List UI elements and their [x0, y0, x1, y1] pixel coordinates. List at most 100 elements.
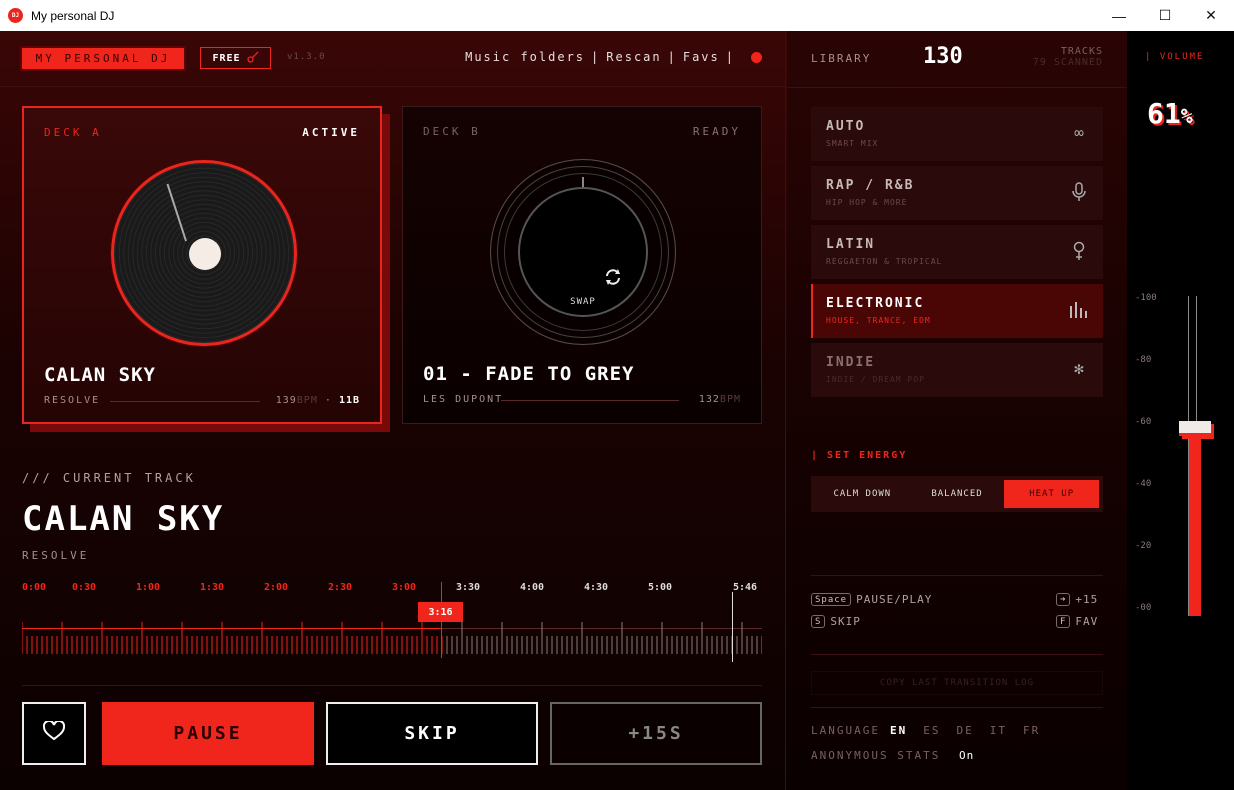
- scale-label: -100: [1135, 293, 1157, 303]
- language-fr[interactable]: FR: [1023, 724, 1040, 737]
- energy-balanced[interactable]: BALANCED: [910, 480, 1005, 508]
- kbd-arrow: ➜: [1056, 593, 1071, 606]
- heart-icon: [42, 719, 66, 746]
- shortcut-action: +15: [1075, 593, 1099, 606]
- window-title: My personal DJ: [31, 8, 115, 23]
- maraca-icon: [1069, 241, 1089, 261]
- close-button[interactable]: ✕: [1188, 0, 1234, 31]
- nav-favs[interactable]: Favs: [683, 50, 720, 64]
- kbd-s: S: [811, 615, 826, 628]
- genre-subtitle: HIP HOP & MORE: [826, 198, 908, 207]
- scanned-count: 79 SCANNED: [1032, 57, 1103, 68]
- time-label: 2:30: [328, 582, 353, 593]
- shortcut-pause-play: Space PAUSE/PLAY: [811, 593, 932, 606]
- deck-b[interactable]: DECK B READY SWAP 01 - FADE TO GREY LES …: [402, 106, 762, 424]
- divider: [811, 654, 1103, 655]
- energy-heat-up[interactable]: HEAT UP: [1004, 480, 1100, 508]
- deck-meta: 132BPM: [699, 394, 741, 405]
- divider: [811, 707, 1103, 708]
- record-indicator-icon[interactable]: [751, 51, 762, 63]
- genre-indie[interactable]: INDIE INDIE / DREAM POP ✻: [811, 343, 1103, 397]
- volume-slider-handle[interactable]: [1179, 420, 1211, 436]
- genre-subtitle: INDIE / DREAM POP: [826, 375, 925, 384]
- shortcut-action: PAUSE/PLAY: [856, 593, 933, 606]
- current-track-label: /// CURRENT TRACK: [22, 471, 196, 485]
- scale-label: -60: [1135, 417, 1152, 427]
- stats-label: ANONYMOUS STATS: [811, 749, 941, 762]
- genre-latin[interactable]: LATIN REGGAETON & TROPICAL: [811, 225, 1103, 279]
- genre-electronic[interactable]: ELECTRONIC HOUSE, TRANCE, EDM: [811, 284, 1103, 338]
- genre-name: AUTO: [826, 119, 866, 134]
- swap-icon: [599, 267, 627, 287]
- time-label: 3:00: [392, 582, 417, 593]
- top-nav: Music folders | Rescan | Favs |: [465, 50, 762, 64]
- language-it[interactable]: IT: [990, 724, 1007, 737]
- app-logo-icon: DJ: [8, 8, 23, 23]
- kbd-space: Space: [811, 593, 852, 606]
- volume-scale: -100 -80 -60 -40 -20 -00: [1127, 293, 1177, 613]
- nav-separator: |: [591, 50, 601, 64]
- deck-meta: 139BPM · 11B: [276, 395, 360, 406]
- copy-transition-log-button[interactable]: COPY LAST TRANSITION LOG: [811, 671, 1103, 695]
- volume-number: 61: [1147, 97, 1181, 130]
- position-tick: [582, 177, 584, 187]
- timeline-ticks: [22, 622, 762, 654]
- time-duration: 5:46: [733, 582, 758, 593]
- swap-button[interactable]: SWAP: [518, 187, 648, 317]
- language-en[interactable]: EN: [890, 724, 907, 737]
- top-bar: MY PERSONAL DJ FREE v1.3.0 Music folders…: [0, 31, 786, 87]
- pause-button[interactable]: PAUSE: [102, 702, 314, 765]
- volume-label: | VOLUME: [1145, 52, 1205, 62]
- divider: [787, 87, 1127, 88]
- energy-calm-down[interactable]: CALM DOWN: [815, 480, 910, 508]
- deck-a[interactable]: DECK A ACTIVE CALAN SKY RESOLVE 139BPM ·…: [22, 106, 382, 424]
- free-badge-label: FREE: [212, 52, 241, 64]
- time-label: 4:00: [520, 582, 545, 593]
- plus-15s-button[interactable]: +15S: [550, 702, 762, 765]
- time-label: 3:30: [456, 582, 481, 593]
- library-panel: LIBRARY 130 TRACKS 79 SCANNED AUTO SMART…: [787, 31, 1127, 790]
- deck-key: 11B: [338, 395, 360, 406]
- volume-unit: %: [1180, 104, 1193, 128]
- brand-label: MY PERSONAL DJ: [22, 48, 184, 69]
- language-label: LANGUAGE: [811, 724, 880, 737]
- nav-separator: |: [667, 50, 677, 64]
- app-body: MY PERSONAL DJ FREE v1.3.0 Music folders…: [0, 31, 1234, 790]
- energy-selector: CALM DOWN BALANCED HEAT UP: [811, 476, 1103, 512]
- library-label: LIBRARY: [811, 52, 872, 65]
- vinyl-record-icon: [111, 160, 297, 346]
- deck-track-title: 01 - FADE TO GREY: [423, 363, 635, 385]
- shortcut-fav: F FAV: [1056, 615, 1098, 628]
- current-track-artist: RESOLVE: [22, 549, 90, 562]
- favorite-button[interactable]: [22, 702, 86, 765]
- divider: [811, 575, 1103, 576]
- maximize-button[interactable]: ☐: [1142, 0, 1188, 31]
- vinyl-label: [189, 238, 221, 270]
- infinity-icon: ∞: [1074, 123, 1084, 142]
- divider: [22, 685, 762, 686]
- window-titlebar: DJ My personal DJ — ☐ ✕: [0, 0, 1234, 31]
- genre-auto[interactable]: AUTO SMART MIX ∞: [811, 107, 1103, 161]
- language-de[interactable]: DE: [956, 724, 973, 737]
- main-panel: MY PERSONAL DJ FREE v1.3.0 Music folders…: [0, 31, 786, 790]
- free-badge[interactable]: FREE: [200, 47, 271, 69]
- deck-bpm-unit: BPM: [719, 394, 741, 405]
- stats-toggle[interactable]: On: [959, 749, 974, 762]
- skip-button[interactable]: SKIP: [326, 702, 538, 765]
- nav-rescan[interactable]: Rescan: [606, 50, 661, 64]
- genre-rap-rnb[interactable]: RAP / R&B HIP HOP & MORE: [811, 166, 1103, 220]
- shortcut-skip: S SKIP: [811, 615, 861, 628]
- genre-name: ELECTRONIC: [826, 296, 925, 311]
- timeline-scrubber[interactable]: 3:16: [22, 582, 762, 662]
- language-es[interactable]: ES: [923, 724, 940, 737]
- deck-status: READY: [692, 125, 741, 138]
- anonymous-stats-row: ANONYMOUS STATS On: [811, 749, 974, 762]
- time-label: 1:30: [200, 582, 225, 593]
- kbd-f: F: [1056, 615, 1071, 628]
- nav-music-folders[interactable]: Music folders: [465, 50, 585, 64]
- scale-label: -80: [1135, 355, 1152, 365]
- track-end-marker: [732, 592, 733, 662]
- shortcut-plus-15: ➜ +15: [1056, 593, 1098, 606]
- playhead-time: 3:16: [418, 602, 463, 622]
- minimize-button[interactable]: —: [1096, 0, 1142, 31]
